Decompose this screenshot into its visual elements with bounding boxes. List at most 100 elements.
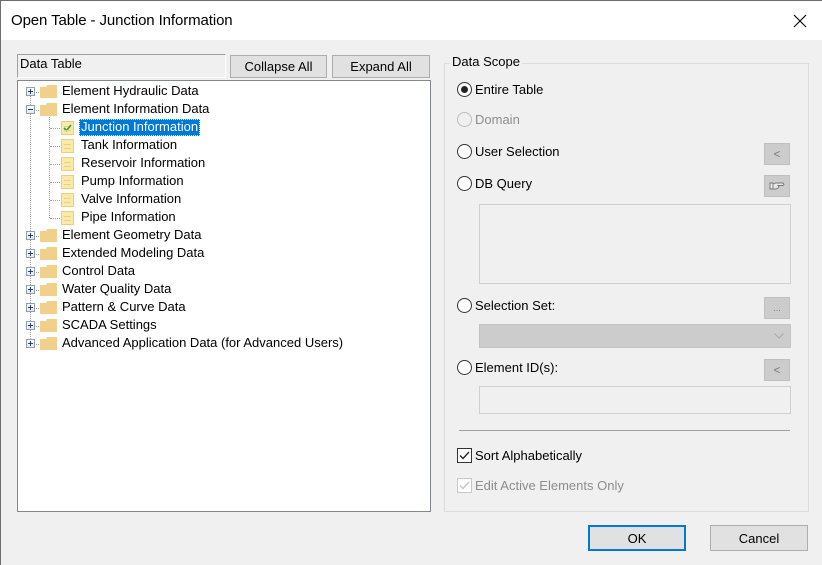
radio-db-query[interactable]: DB Query <box>457 176 532 191</box>
tree-item-advanced-application-data[interactable]: Advanced Application Data (for Advanced … <box>18 335 418 353</box>
radio-label: User Selection <box>475 144 560 159</box>
title-bar: Open Table - Junction Information <box>1 1 822 40</box>
tree-item-water-quality-data[interactable]: Water Quality Data <box>18 281 418 299</box>
sort-alphabetically-checkbox[interactable]: Sort Alphabetically <box>457 448 582 463</box>
radio-label: Selection Set: <box>475 298 556 313</box>
radio-button[interactable] <box>457 144 472 159</box>
tree-item-label: Pump Information <box>81 173 184 188</box>
checkmark-icon <box>459 451 470 460</box>
close-x-icon <box>793 14 807 28</box>
tree-item-label: Valve Information <box>81 191 182 206</box>
tree-item-pump-information[interactable]: Pump Information <box>18 173 418 191</box>
tree-item-tank-information[interactable]: Tank Information <box>18 137 418 155</box>
tree-item-scada-settings[interactable]: SCADA Settings <box>18 317 418 335</box>
folder-icon <box>40 247 57 260</box>
tree-item-reservoir-information[interactable]: Reservoir Information <box>18 155 418 173</box>
tree-item-label: SCADA Settings <box>62 317 157 332</box>
radio-user-selection[interactable]: User Selection <box>457 144 560 159</box>
expand-plus-icon[interactable] <box>26 231 35 240</box>
expand-plus-icon[interactable] <box>26 87 35 96</box>
edit-active-only-checkbox: Edit Active Elements Only <box>457 478 624 493</box>
expand-plus-icon[interactable] <box>26 321 35 330</box>
radio-label: Element ID(s): <box>475 360 559 375</box>
data-scope-title: Data Scope <box>450 54 522 69</box>
data-scope-group <box>444 63 809 512</box>
collapse-minus-icon[interactable] <box>26 105 35 114</box>
dialog-title: Open Table - Junction Information <box>11 12 233 29</box>
tree-line <box>50 182 60 183</box>
tree-item-label: Water Quality Data <box>62 281 172 296</box>
radio-button[interactable] <box>457 360 472 375</box>
expand-plus-icon[interactable] <box>26 267 35 276</box>
ok-button[interactable]: OK <box>588 525 686 551</box>
expand-plus-icon[interactable] <box>26 339 35 348</box>
checkbox <box>457 478 472 493</box>
tree-item-label: Reservoir Information <box>81 155 206 170</box>
radio-button[interactable] <box>457 82 472 97</box>
folder-icon <box>40 103 57 116</box>
separator <box>459 430 790 431</box>
db-query-button[interactable] <box>764 175 790 197</box>
radio-button <box>457 112 472 127</box>
tree-item-label: Element Information Data <box>62 101 210 116</box>
tree-item-pipe-information[interactable]: Pipe Information <box>18 209 418 227</box>
expand-plus-icon[interactable] <box>26 303 35 312</box>
folder-icon <box>40 265 57 278</box>
checkbox-label: Edit Active Elements Only <box>475 478 624 493</box>
open-table-dialog: Open Table - Junction Information Data T… <box>0 0 822 565</box>
tree-item-element-information-data[interactable]: Element Information Data <box>18 101 418 119</box>
tree-line <box>50 218 60 219</box>
radio-selection-set[interactable]: Selection Set: <box>457 298 555 313</box>
checkbox[interactable] <box>457 448 472 463</box>
folder-icon <box>40 319 57 332</box>
selection-set-dropdown[interactable] <box>479 324 791 348</box>
folder-icon <box>40 337 57 350</box>
tree-item-pattern-curve-data[interactable]: Pattern & Curve Data <box>18 299 418 317</box>
radio-button[interactable] <box>457 176 472 191</box>
checkmark-icon <box>459 481 470 490</box>
table-icon <box>61 139 74 153</box>
checkbox-label: Sort Alphabetically <box>475 448 582 463</box>
selection-set-browse-button[interactable]: ... <box>764 297 790 319</box>
expand-plus-icon[interactable] <box>26 249 35 258</box>
radio-label: Domain <box>475 112 520 127</box>
tree-item-junction-information[interactable]: Junction Information <box>18 119 418 137</box>
table-icon <box>61 157 74 171</box>
table-icon <box>61 193 74 207</box>
tree-item-label: Pipe Information <box>81 209 176 224</box>
tree-item-extended-modeling-data[interactable]: Extended Modeling Data <box>18 245 418 263</box>
folder-icon <box>40 85 57 98</box>
radio-domain: Domain <box>457 112 520 127</box>
expand-plus-icon[interactable] <box>26 285 35 294</box>
db-query-textbox[interactable] <box>479 204 791 284</box>
pointing-hand-icon <box>769 182 785 190</box>
table-icon <box>61 211 74 225</box>
radio-element-ids[interactable]: Element ID(s): <box>457 360 558 375</box>
tree-item-valve-information[interactable]: Valve Information <box>18 191 418 209</box>
tree-line <box>50 146 60 147</box>
tree-item-label: Control Data <box>62 263 135 278</box>
data-table-header: Data Table <box>17 54 226 78</box>
element-ids-input[interactable] <box>479 386 791 414</box>
tree-item-element-geometry-data[interactable]: Element Geometry Data <box>18 227 418 245</box>
user-selection-pick-button[interactable]: < <box>764 143 790 165</box>
close-button[interactable] <box>786 7 814 35</box>
folder-icon <box>40 283 57 296</box>
cancel-button[interactable]: Cancel <box>710 525 808 551</box>
radio-entire-table[interactable]: Entire Table <box>457 82 543 97</box>
data-table-tree[interactable]: Element Hydraulic Data Element Informati… <box>17 80 431 512</box>
radio-button[interactable] <box>457 298 472 313</box>
chevron-down-icon <box>774 333 784 339</box>
tree-item-element-hydraulic-data[interactable]: Element Hydraulic Data <box>18 83 418 101</box>
tree-item-control-data[interactable]: Control Data <box>18 263 418 281</box>
radio-label: DB Query <box>475 176 533 191</box>
tree-line <box>50 200 60 201</box>
table-icon <box>61 175 74 189</box>
tree-item-label: Junction Information <box>79 119 201 136</box>
tree-line <box>50 164 60 165</box>
table-checked-icon <box>61 121 74 135</box>
expand-all-button[interactable]: Expand All <box>332 55 430 78</box>
collapse-all-button[interactable]: Collapse All <box>230 55 327 78</box>
radio-label: Entire Table <box>475 82 544 97</box>
element-ids-pick-button[interactable]: < <box>764 359 790 381</box>
